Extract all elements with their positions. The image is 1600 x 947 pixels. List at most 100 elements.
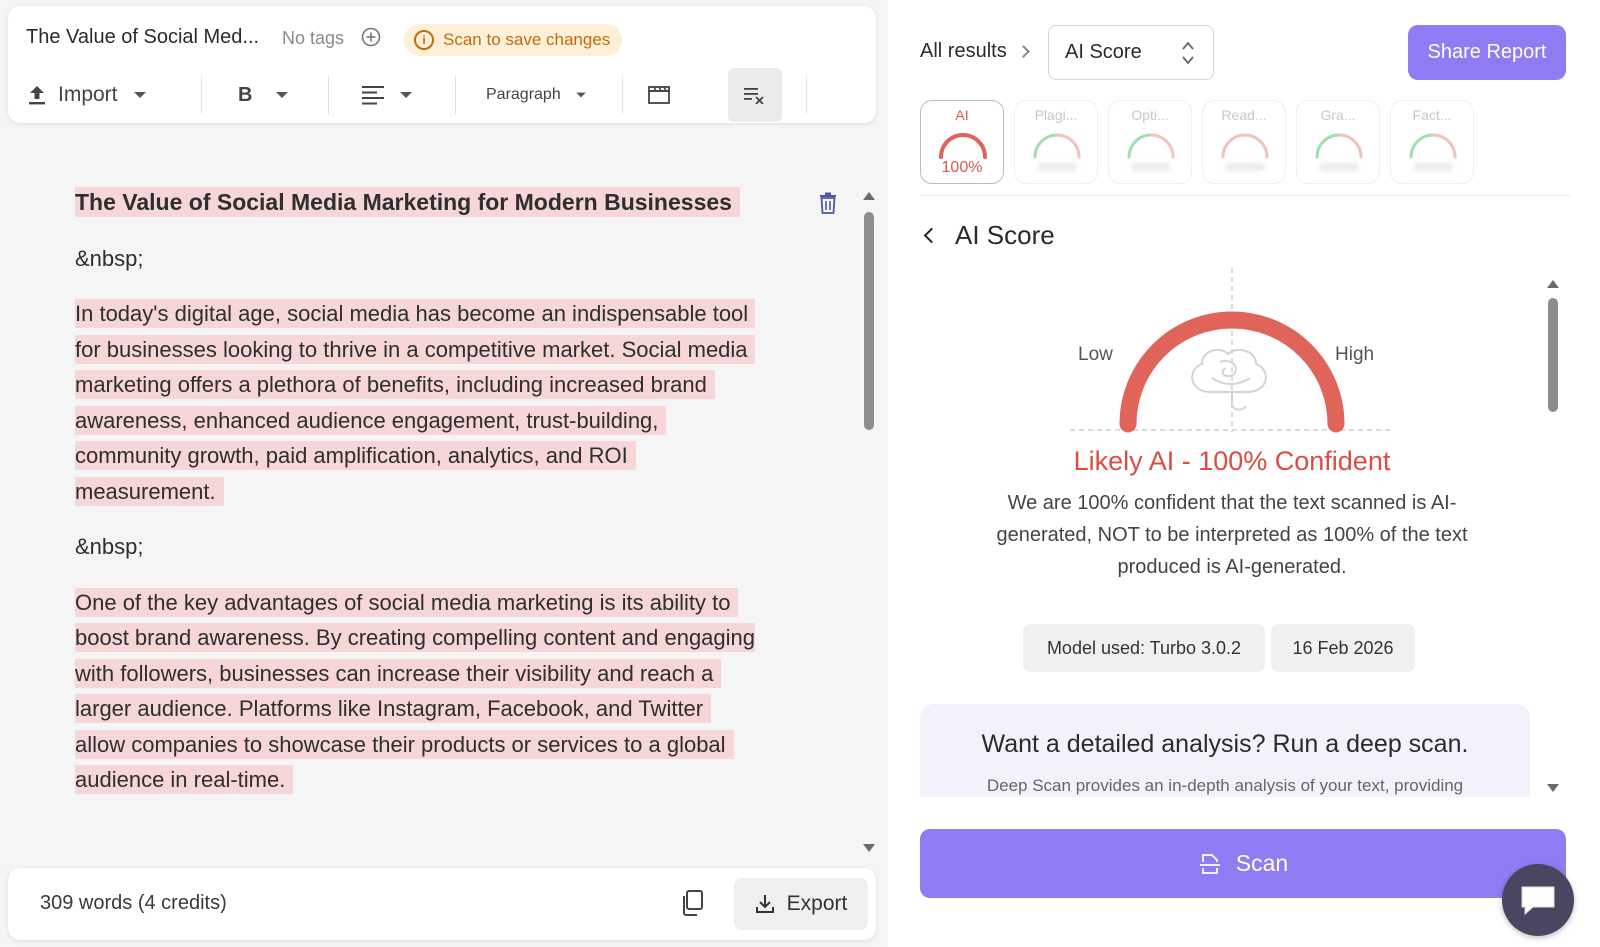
mini-gauge-icon xyxy=(939,133,987,159)
tabs-divider xyxy=(920,195,1570,196)
trash-icon[interactable] xyxy=(818,192,838,214)
document-title[interactable]: The Value of Social Med... xyxy=(26,26,259,49)
formatting-toolbar: Import B Paragraph xyxy=(8,68,876,122)
tab-optimization[interactable]: Opti... xyxy=(1108,100,1192,184)
scan-date-chip: 16 Feb 2026 xyxy=(1271,624,1415,672)
scrollbar-thumb[interactable] xyxy=(1548,298,1558,412)
scroll-up-arrow-icon[interactable] xyxy=(1547,280,1559,288)
mini-gauge-icon xyxy=(1315,133,1363,159)
bold-dropdown[interactable]: B xyxy=(238,68,289,122)
breadcrumb-all-results[interactable]: All results xyxy=(920,40,1007,63)
add-tag-icon[interactable] xyxy=(360,26,382,48)
spacer-paragraph[interactable]: &nbsp; xyxy=(75,241,755,277)
tab-label: Gra... xyxy=(1320,107,1356,123)
paragraph-label: Paragraph xyxy=(486,86,561,103)
info-icon: i xyxy=(414,30,434,50)
align-left-icon xyxy=(362,86,384,105)
section-title: AI Score xyxy=(955,220,1055,250)
scan-to-save-label: Scan to save changes xyxy=(443,30,611,49)
document-paragraph[interactable]: One of the key advantages of social medi… xyxy=(75,585,755,798)
tab-plagiarism[interactable]: Plagi... xyxy=(1014,100,1098,184)
document-heading[interactable]: The Value of Social Media Marketing for … xyxy=(75,185,755,221)
scan-label: Scan xyxy=(1235,850,1289,876)
scan-button[interactable]: Scan xyxy=(920,829,1566,898)
chevron-down-icon xyxy=(133,92,146,98)
gauge-low-label: Low xyxy=(1078,344,1113,365)
editor-footer: 309 words (4 credits) Export xyxy=(8,868,876,940)
clear-formatting-button[interactable] xyxy=(728,68,782,122)
brain-icon xyxy=(1191,348,1267,411)
mini-gauge-icon xyxy=(1221,133,1269,159)
tab-grammar[interactable]: Gra... xyxy=(1296,100,1380,184)
blurred-value xyxy=(1225,163,1265,171)
results-scrollbar[interactable] xyxy=(1546,280,1560,792)
editor-scrollbar[interactable] xyxy=(862,192,876,852)
scan-icon xyxy=(1199,853,1220,874)
chevron-left-icon[interactable] xyxy=(923,227,940,244)
scrollbar-thumb[interactable] xyxy=(864,212,874,430)
blurred-value xyxy=(1131,163,1171,171)
editor-panel: The Value of Social Med... No tags i Sca… xyxy=(0,0,888,947)
upload-icon xyxy=(29,86,45,105)
mini-gauge-icon xyxy=(1127,133,1175,159)
blurred-value xyxy=(1319,163,1359,171)
results-panel: All results AI Score Share Report AI 100… xyxy=(888,0,1600,947)
ai-verdict: Likely AI - 100% Confident xyxy=(1073,446,1391,476)
editor-toolbar-card: The Value of Social Med... No tags i Sca… xyxy=(8,6,876,123)
scan-to-save-badge[interactable]: i Scan to save changes xyxy=(404,24,623,56)
chevron-down-icon xyxy=(276,92,289,98)
clapperboard-icon xyxy=(648,86,670,104)
model-used-chip: Model used: Turbo 3.0.2 xyxy=(1023,624,1265,672)
scroll-up-arrow-icon[interactable] xyxy=(863,192,875,200)
deep-scan-title: Want a detailed analysis? Run a deep sca… xyxy=(981,730,1469,758)
gauge-high-label: High xyxy=(1335,344,1375,365)
scroll-down-arrow-icon[interactable] xyxy=(1547,784,1559,792)
score-type-value: AI Score xyxy=(1065,41,1142,63)
paragraph-style-dropdown[interactable]: Paragraph xyxy=(486,68,587,122)
bold-label: B xyxy=(238,83,253,106)
mini-gauge-icon xyxy=(1033,133,1081,159)
score-type-select[interactable]: AI Score xyxy=(1048,25,1214,80)
blurred-value xyxy=(1413,163,1453,171)
ai-score-gauge xyxy=(1070,268,1394,433)
tab-label: Fact... xyxy=(1412,107,1452,123)
scroll-down-arrow-icon[interactable] xyxy=(863,844,875,852)
tab-fact-check[interactable]: Fact... xyxy=(1390,100,1474,184)
chevron-down-icon xyxy=(575,92,586,98)
breadcrumb[interactable]: All results xyxy=(920,40,1030,63)
export-label: Export xyxy=(786,892,848,915)
export-button[interactable]: Export xyxy=(734,878,868,930)
deep-scan-description: Deep Scan provides an in-depth analysis … xyxy=(986,776,1464,795)
tab-readability[interactable]: Read... xyxy=(1202,100,1286,184)
clear-format-icon xyxy=(744,88,764,104)
tab-label: AI xyxy=(955,107,969,123)
ai-description: We are 100% confident that the text scan… xyxy=(996,492,1468,578)
import-button[interactable]: Import xyxy=(26,68,146,122)
section-header: AI Score xyxy=(920,220,1055,251)
download-icon xyxy=(755,895,774,913)
tab-label: Read... xyxy=(1221,107,1267,123)
tab-value: 100% xyxy=(941,159,983,176)
tab-ai[interactable]: AI 100% xyxy=(920,100,1004,184)
deep-scan-card[interactable]: Want a detailed analysis? Run a deep sca… xyxy=(920,704,1530,797)
share-report-button[interactable]: Share Report xyxy=(1408,25,1566,80)
tab-label: Opti... xyxy=(1131,107,1169,123)
chevron-down-icon xyxy=(400,92,412,98)
word-count: 309 words (4 credits) xyxy=(40,892,227,914)
import-label: Import xyxy=(58,83,118,106)
media-button[interactable] xyxy=(648,68,670,122)
mini-gauge-icon xyxy=(1409,133,1457,159)
align-dropdown[interactable] xyxy=(362,68,412,122)
tab-label: Plagi... xyxy=(1034,107,1078,123)
document-paragraph[interactable]: In today's digital age, social media has… xyxy=(75,296,755,509)
document-editor[interactable]: The Value of Social Media Marketing for … xyxy=(75,185,755,855)
blurred-value xyxy=(1037,163,1077,171)
chat-icon xyxy=(1521,886,1555,916)
copy-icon[interactable] xyxy=(680,890,704,916)
tags-label: No tags xyxy=(282,28,345,48)
ai-score-content: Low High Likely AI - 100% Confident We a… xyxy=(920,262,1544,797)
spacer-paragraph[interactable]: &nbsp; xyxy=(75,529,755,565)
chat-support-button[interactable] xyxy=(1502,864,1574,936)
chevron-right-icon xyxy=(1016,45,1030,58)
select-arrows-icon xyxy=(1182,41,1194,65)
